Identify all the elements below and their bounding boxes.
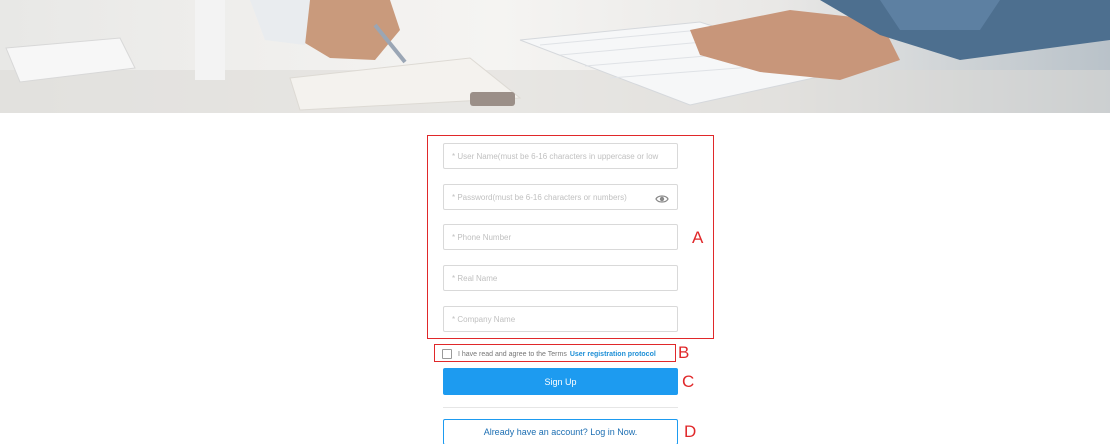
annotation-label-c: C: [682, 372, 695, 391]
password-field[interactable]: [443, 184, 678, 210]
login-button[interactable]: Already have an account? Log in Now.: [443, 419, 678, 444]
registration-protocol-link[interactable]: User registration protocol: [570, 351, 656, 358]
username-input[interactable]: [444, 144, 677, 168]
realname-field[interactable]: [443, 265, 678, 291]
password-input[interactable]: [444, 185, 677, 209]
agree-checkbox[interactable]: [442, 349, 452, 359]
company-field[interactable]: [443, 306, 678, 332]
register-form: A B I have read and ag: [0, 0, 1110, 444]
divider: [443, 407, 678, 408]
phone-field[interactable]: [443, 224, 678, 250]
phone-input[interactable]: [444, 225, 677, 249]
annotation-label-a: A: [692, 228, 704, 247]
annotation-label-d: D: [684, 422, 697, 441]
username-field[interactable]: [443, 143, 678, 169]
eye-icon[interactable]: [655, 192, 669, 204]
realname-input[interactable]: [444, 266, 677, 290]
agreement-text: I have read and agree to the Terms: [458, 350, 567, 358]
agreement-row: I have read and agree to the Terms User …: [442, 347, 656, 361]
annotation-label-b: B: [678, 343, 690, 362]
signup-button[interactable]: Sign Up: [443, 368, 678, 395]
page: A B I have read and ag: [0, 0, 1110, 444]
company-input[interactable]: [444, 307, 677, 331]
